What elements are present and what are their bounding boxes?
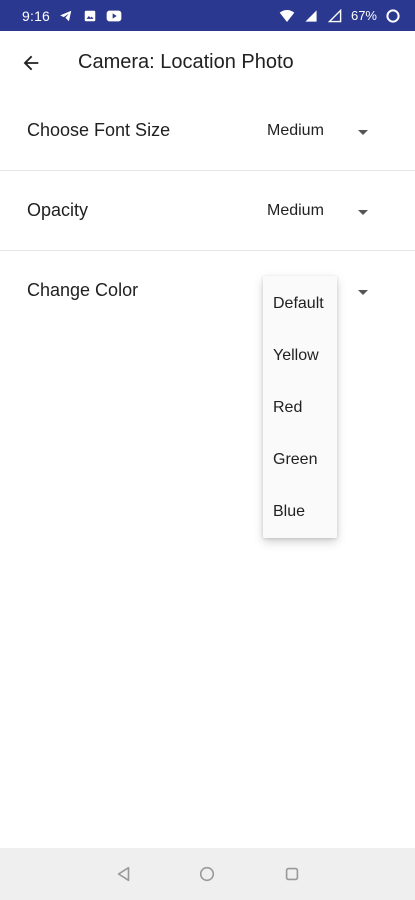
divider [0, 250, 415, 251]
color-option-yellow[interactable]: Yellow [273, 347, 319, 365]
color-dropdown-menu: Default Yellow Red Green Blue [263, 276, 337, 538]
back-button[interactable] [16, 48, 46, 78]
navigation-bar [0, 848, 415, 900]
status-right: 67% [279, 8, 401, 24]
font-size-label: Choose Font Size [27, 120, 171, 140]
font-size-value[interactable]: Medium [267, 122, 324, 140]
youtube-icon [106, 8, 122, 24]
telegram-icon [58, 8, 74, 24]
nav-home-button[interactable] [196, 863, 218, 885]
nav-back-button[interactable] [113, 863, 135, 885]
app-bar: Camera: Location Photo [0, 31, 415, 93]
color-option-blue[interactable]: Blue [273, 503, 305, 521]
nav-recents-button[interactable] [281, 863, 303, 885]
color-option-default[interactable]: Default [273, 295, 324, 313]
status-time: 9:16 [22, 7, 51, 24]
back-triangle-icon [117, 866, 130, 882]
opacity-setting[interactable]: Opacity Medium [0, 173, 415, 253]
dropdown-caret-icon[interactable] [357, 289, 369, 297]
change-color-label: Change Color [27, 280, 139, 300]
battery-icon [385, 8, 401, 24]
dropdown-caret-icon[interactable] [357, 209, 369, 217]
signal-icon-2 [327, 8, 343, 24]
page-title: Camera: Location Photo [78, 51, 294, 73]
dropdown-caret-icon[interactable] [357, 129, 369, 137]
home-circle-icon [199, 866, 215, 882]
divider [0, 170, 415, 171]
color-option-red[interactable]: Red [273, 399, 302, 417]
screen: 9:16 67% Camera: Location Photo Choose F… [0, 0, 415, 900]
opacity-label: Opacity [27, 200, 89, 220]
change-color-setting[interactable]: Change Color [0, 253, 415, 333]
font-size-setting[interactable]: Choose Font Size Medium [0, 93, 415, 173]
recents-square-icon [285, 867, 299, 881]
opacity-value[interactable]: Medium [267, 202, 324, 220]
signal-icon [303, 8, 319, 24]
wifi-icon [279, 8, 295, 24]
status-left: 9:16 [22, 8, 122, 24]
color-option-green[interactable]: Green [273, 451, 317, 469]
status-bar: 9:16 67% [0, 0, 415, 31]
battery-percent: 67% [350, 8, 377, 23]
arrow-back-icon [23, 55, 39, 71]
image-icon [82, 8, 98, 24]
